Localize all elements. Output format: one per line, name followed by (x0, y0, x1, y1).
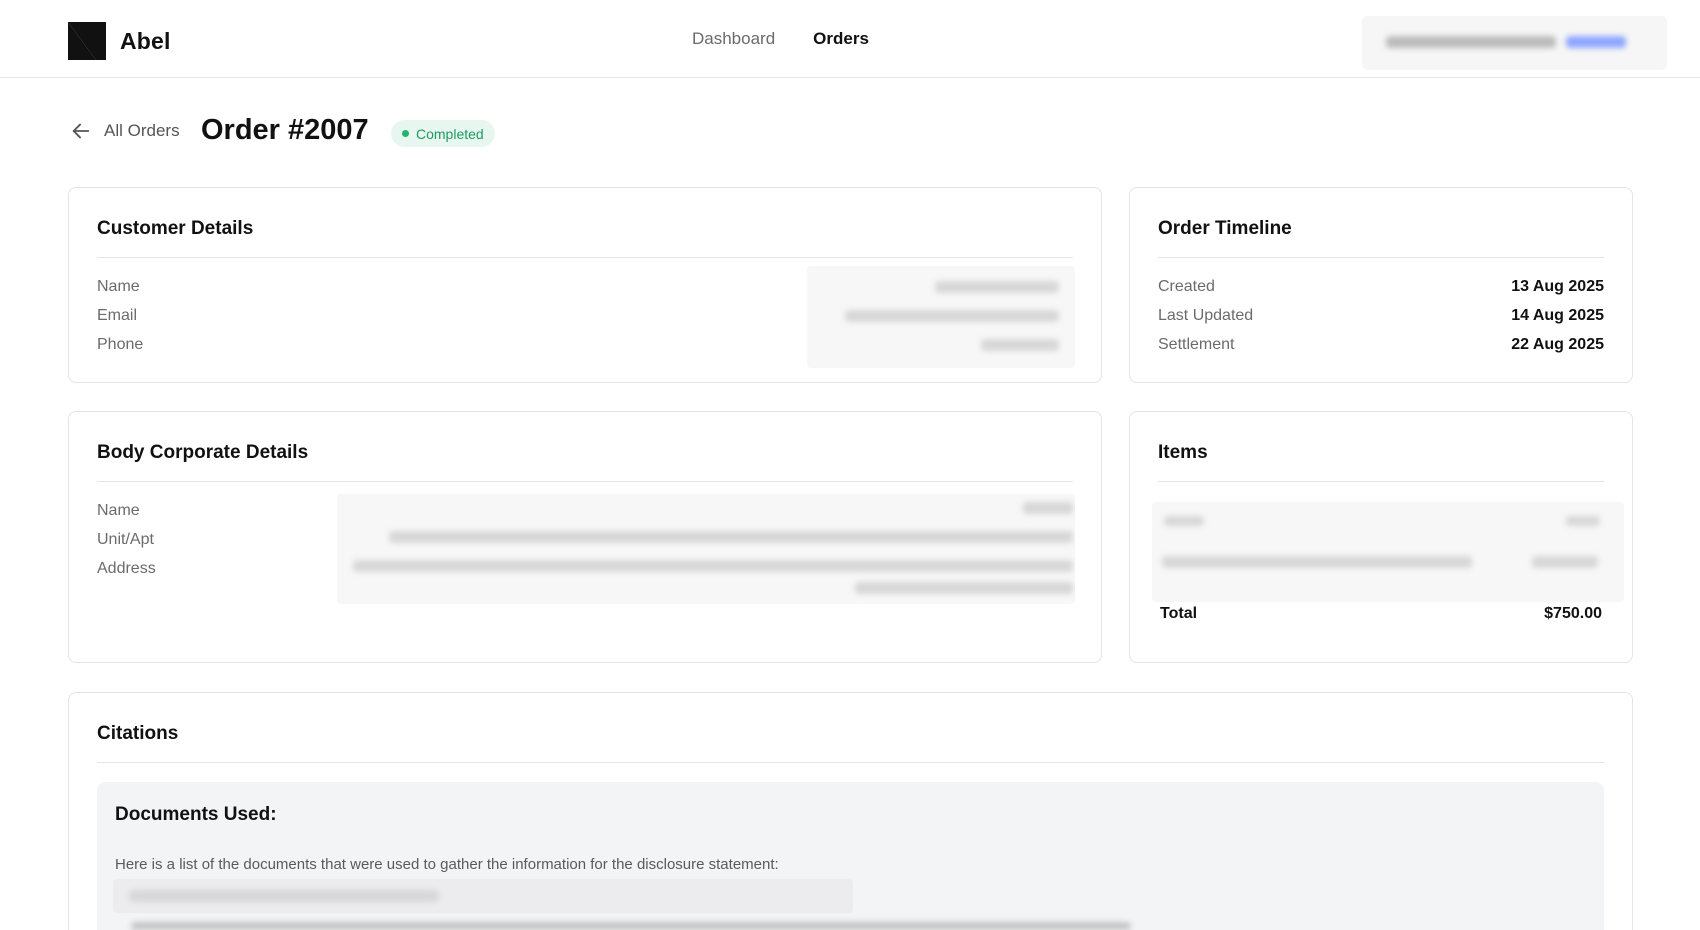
status-label: Completed (416, 125, 484, 142)
abel-logo (68, 22, 106, 60)
order-timeline-title: Order Timeline (1158, 218, 1292, 239)
items-total-label: Total (1160, 605, 1198, 622)
redacted-items-table (1152, 502, 1624, 602)
settlement-label: Settlement (1158, 336, 1235, 353)
last-updated-value: 14 Aug 2025 (1511, 307, 1604, 324)
documents-used-intro: Here is a list of the documents that wer… (115, 856, 779, 873)
brand[interactable]: Abel (68, 22, 171, 60)
divider (1158, 481, 1604, 482)
app-name: Abel (120, 27, 171, 54)
redacted-body-corporate-values (337, 494, 1075, 604)
divider (97, 481, 1073, 482)
documents-used-panel: Documents Used: Here is a list of the do… (97, 782, 1604, 930)
created-label: Created (1158, 278, 1215, 295)
back-label: All Orders (104, 121, 180, 140)
redacted-document-line (131, 922, 1131, 930)
nav-orders[interactable]: Orders (813, 29, 869, 49)
customer-email-label: Email (97, 307, 138, 324)
created-value: 13 Aug 2025 (1511, 278, 1604, 295)
status-dot-icon (402, 130, 409, 137)
status-badge: Completed (391, 120, 495, 147)
citations-card: Citations Documents Used: Here is a list… (68, 692, 1633, 930)
unit-apt-label: Unit/Apt (97, 531, 154, 548)
customer-phone-label: Phone (97, 336, 144, 353)
redacted-user-info (1386, 33, 1627, 50)
documents-used-heading: Documents Used: (115, 804, 277, 825)
customer-details-card: Customer Details Name Email Phone (68, 187, 1102, 383)
divider (1158, 257, 1604, 258)
redacted-document-list (113, 879, 853, 913)
main-nav: Dashboard Orders (692, 29, 869, 49)
order-timeline-card: Order Timeline Created 13 Aug 2025 Last … (1129, 187, 1633, 383)
divider (97, 257, 1073, 258)
user-account-area[interactable] (1362, 16, 1667, 70)
page-title: Order #2007 (201, 114, 369, 146)
body-corporate-title: Body Corporate Details (97, 442, 309, 463)
redacted-customer-values (807, 266, 1075, 368)
customer-details-title: Customer Details (97, 218, 254, 239)
settlement-value: 22 Aug 2025 (1511, 336, 1604, 353)
nav-dashboard[interactable]: Dashboard (692, 29, 775, 49)
customer-name-label: Name (97, 278, 140, 295)
items-total-value: $750.00 (1544, 605, 1602, 622)
items-title: Items (1158, 442, 1208, 463)
divider (97, 762, 1604, 763)
body-corporate-card: Body Corporate Details Name Unit/Apt Add… (68, 411, 1102, 663)
items-card: Items Total $750.00 (1129, 411, 1633, 663)
back-to-orders-link[interactable]: All Orders (70, 120, 180, 142)
arrow-left-icon (72, 123, 90, 139)
address-label: Address (97, 560, 156, 577)
body-corporate-name-label: Name (97, 502, 140, 519)
citations-title: Citations (97, 723, 179, 744)
last-updated-label: Last Updated (1158, 307, 1254, 324)
top-navigation-bar: Abel Dashboard Orders (0, 0, 1700, 78)
